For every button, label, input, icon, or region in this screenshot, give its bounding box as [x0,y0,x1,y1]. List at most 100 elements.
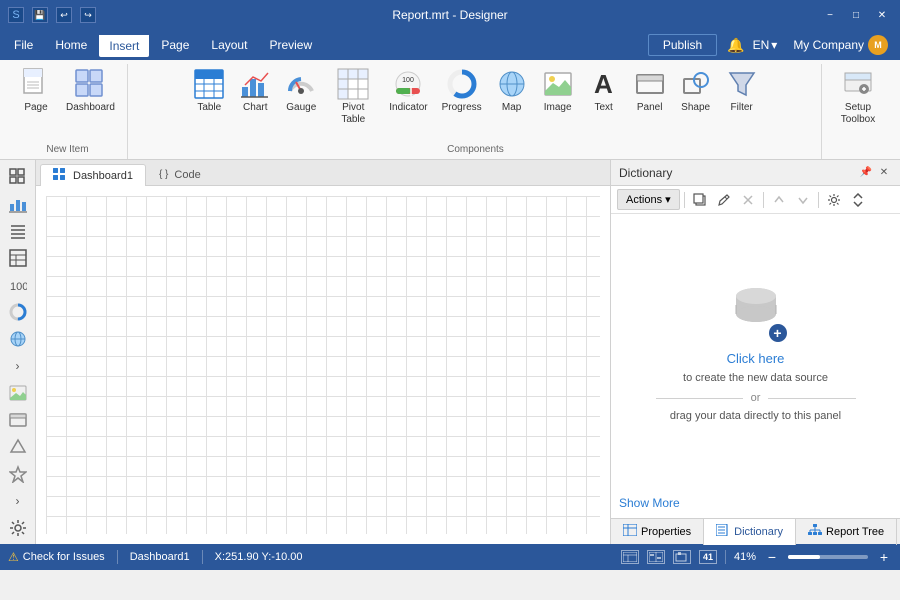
sidebar-grid-button[interactable] [4,164,32,189]
menu-home[interactable]: Home [45,34,97,56]
menu-bar: File Home Insert Page Layout Preview Pub… [0,30,900,60]
progress-icon [446,68,478,100]
zoom-out-button[interactable]: − [764,549,780,565]
dict-copy-button[interactable] [689,189,711,211]
actions-button[interactable]: Actions ▾ [617,189,680,210]
text-label: Text [594,102,612,114]
bottom-tabs: Properties Dictionary Report Tree [611,518,900,544]
bottom-tab-dictionary[interactable]: Dictionary [704,519,796,545]
sidebar-list-button[interactable] [4,218,32,243]
menu-page[interactable]: Page [151,34,199,56]
components-label: Components [447,142,504,159]
gauge-icon [285,68,317,100]
status-sep-3 [725,550,726,564]
sidebar-arrow-button[interactable]: › [4,353,32,378]
gauge-label: Gauge [286,102,316,114]
database-icon: + [728,280,784,339]
status-icon-2[interactable] [647,550,665,564]
filter-icon [726,68,758,100]
tab-code[interactable]: { } Code [146,163,214,185]
ribbon-setup-button[interactable]: Setup Toolbox [830,64,886,130]
sidebar-globe-button[interactable] [4,326,32,351]
ribbon-progress-button[interactable]: Progress [436,64,488,118]
notification-icon[interactable]: 🔔 [727,37,744,54]
minimize-button[interactable]: − [820,7,840,23]
status-dashboard-label[interactable]: Dashboard1 [130,551,190,563]
sidebar-image-button[interactable] [4,380,32,405]
redo-icon[interactable]: ↪ [80,7,96,23]
ribbon-table-button[interactable]: Table [187,64,231,118]
ribbon-text-button[interactable]: A Text [582,64,626,118]
table-label: Table [197,102,221,114]
zoom-in-button[interactable]: + [876,549,892,565]
dict-settings-button[interactable] [823,189,845,211]
dict-down-button[interactable] [792,189,814,211]
ribbon-map-button[interactable]: Map [490,64,534,118]
dashboard-icon [74,68,106,100]
bottom-tab-properties[interactable]: Properties [611,519,704,545]
panel-close-button[interactable]: ✕ [876,165,892,181]
company-menu[interactable]: My Company M [785,31,896,59]
dict-edit-button[interactable] [713,189,735,211]
canvas-grid[interactable] [46,196,600,534]
ribbon-filter-button[interactable]: Filter [720,64,764,118]
status-bar: ⚠ Check for Issues Dashboard1 X:251.90 Y… [0,544,900,570]
sidebar-panel-button[interactable] [4,407,32,432]
sidebar-shape-button[interactable] [4,434,32,459]
menu-layout[interactable]: Layout [201,34,257,56]
sidebar-star-button[interactable] [4,461,32,486]
image-label: Image [544,102,572,114]
reporttree-tab-label: Report Tree [826,526,884,538]
zoom-slider[interactable] [788,555,868,559]
pin-button[interactable]: 📌 [858,165,874,181]
dict-toolbar: Actions ▾ [611,186,900,214]
canvas-area [36,186,610,544]
status-icon-3[interactable] [673,550,691,564]
sidebar-progress-button[interactable] [4,299,32,324]
title-bar: S 💾 ↩ ↪ Report.mrt - Designer − □ ✕ [0,0,900,30]
sidebar-table-button[interactable] [4,245,32,270]
add-badge: + [768,323,788,343]
ribbon-dashboard-button[interactable]: Dashboard [60,64,121,118]
sidebar-indicator-button[interactable]: 100 [4,272,32,297]
click-here-link[interactable]: Click here [727,351,785,366]
status-icon-1[interactable] [621,550,639,564]
toolbar-separator-1 [684,192,685,208]
ribbon-image-button[interactable]: Image [536,64,580,118]
properties-tab-label: Properties [641,526,691,538]
ribbon-indicator-button[interactable]: 100 Indicator [383,64,433,118]
menu-insert[interactable]: Insert [99,33,149,57]
status-icons: 41 [621,550,717,564]
check-issues-button[interactable]: ⚠ Check for Issues [8,550,105,564]
ribbon-gauge-button[interactable]: Gauge [279,64,323,118]
tab-dashboard1[interactable]: Dashboard1 [40,164,146,186]
table-icon [193,68,225,100]
dict-up-button[interactable] [768,189,790,211]
ribbon: Page Dashboard New Item [0,60,900,160]
publish-button[interactable]: Publish [648,34,717,56]
status-icon-4[interactable]: 41 [699,550,717,564]
show-more-button[interactable]: Show More [611,488,900,518]
language-selector[interactable]: EN ▾ [747,34,784,56]
ribbon-chart-button[interactable]: Chart [233,64,277,118]
sidebar-chart-button[interactable] [4,191,32,216]
setup-icon [842,68,874,100]
sidebar-settings-button[interactable] [4,515,32,540]
panel-icon [634,68,666,100]
dict-more-button[interactable] [847,189,869,211]
ribbon-pivot-button[interactable]: Pivot Table [325,64,381,130]
ribbon-shape-button[interactable]: Shape [674,64,718,118]
close-button[interactable]: ✕ [872,7,892,23]
progress-label: Progress [442,102,482,114]
menu-preview[interactable]: Preview [259,34,322,56]
status-right: 41 41% − + [621,549,892,565]
ribbon-page-button[interactable]: Page [14,64,58,118]
sidebar-arrow2-button[interactable]: › [4,488,32,513]
undo-icon[interactable]: ↩ [56,7,72,23]
maximize-button[interactable]: □ [846,7,866,23]
dict-delete-button[interactable] [737,189,759,211]
bottom-tab-reporttree[interactable]: Report Tree [796,519,897,545]
ribbon-panel-button[interactable]: Panel [628,64,672,118]
menu-file[interactable]: File [4,34,43,56]
save-icon[interactable]: 💾 [32,7,48,23]
